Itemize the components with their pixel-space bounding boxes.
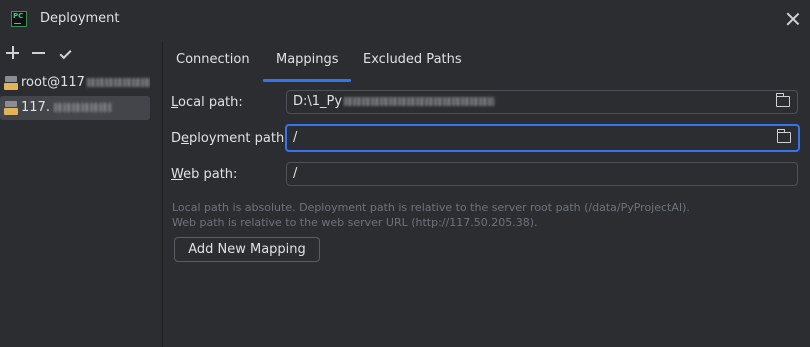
close-icon[interactable] bbox=[786, 12, 800, 26]
pycharm-logo-icon: PC bbox=[11, 11, 27, 27]
tab-excluded-paths[interactable]: Excluded Paths bbox=[363, 52, 462, 72]
sftp-server-icon bbox=[4, 101, 18, 115]
tab-connection[interactable]: Connection bbox=[176, 52, 250, 72]
redacted-text bbox=[53, 103, 112, 112]
hint-text-2: Web path is relative to the web server U… bbox=[172, 216, 538, 229]
server-item-label: 117. bbox=[21, 100, 50, 115]
server-item-117[interactable]: 117. bbox=[0, 96, 150, 120]
redacted-text bbox=[344, 97, 495, 106]
servers-panel: root@117 117. bbox=[0, 41, 163, 347]
deployment-path-label: Deployment path: bbox=[171, 131, 289, 146]
web-path-input[interactable] bbox=[293, 166, 753, 181]
server-list: root@117 117. bbox=[0, 71, 162, 121]
active-tab-indicator bbox=[263, 79, 351, 82]
tab-mappings[interactable]: Mappings bbox=[276, 52, 339, 72]
folder-icon[interactable] bbox=[776, 93, 790, 107]
local-path-label: Local path: bbox=[171, 95, 243, 110]
deployment-path-field[interactable] bbox=[285, 124, 800, 152]
hint-text-1: Local path is absolute. Deployment path … bbox=[172, 201, 690, 214]
server-item-label: root@117 bbox=[21, 75, 85, 90]
title-bar: PC Deployment bbox=[0, 0, 810, 41]
redacted-text bbox=[86, 78, 150, 87]
add-icon[interactable] bbox=[5, 45, 21, 61]
server-item-root[interactable]: root@117 bbox=[0, 71, 150, 95]
web-path-field[interactable] bbox=[286, 162, 798, 186]
window-title: Deployment bbox=[40, 11, 120, 26]
tab-bar: Connection Mappings Excluded Paths bbox=[163, 41, 810, 83]
servers-toolbar bbox=[0, 41, 162, 65]
sftp-server-icon bbox=[4, 76, 18, 90]
web-path-label: Web path: bbox=[171, 167, 238, 182]
minus-icon[interactable] bbox=[31, 45, 47, 61]
deployment-path-input[interactable] bbox=[293, 130, 753, 145]
add-new-mapping-button[interactable]: Add New Mapping bbox=[174, 237, 320, 262]
check-icon[interactable] bbox=[57, 45, 73, 61]
local-path-field[interactable]: D:\1_Py bbox=[286, 90, 798, 114]
folder-icon[interactable] bbox=[777, 129, 791, 143]
